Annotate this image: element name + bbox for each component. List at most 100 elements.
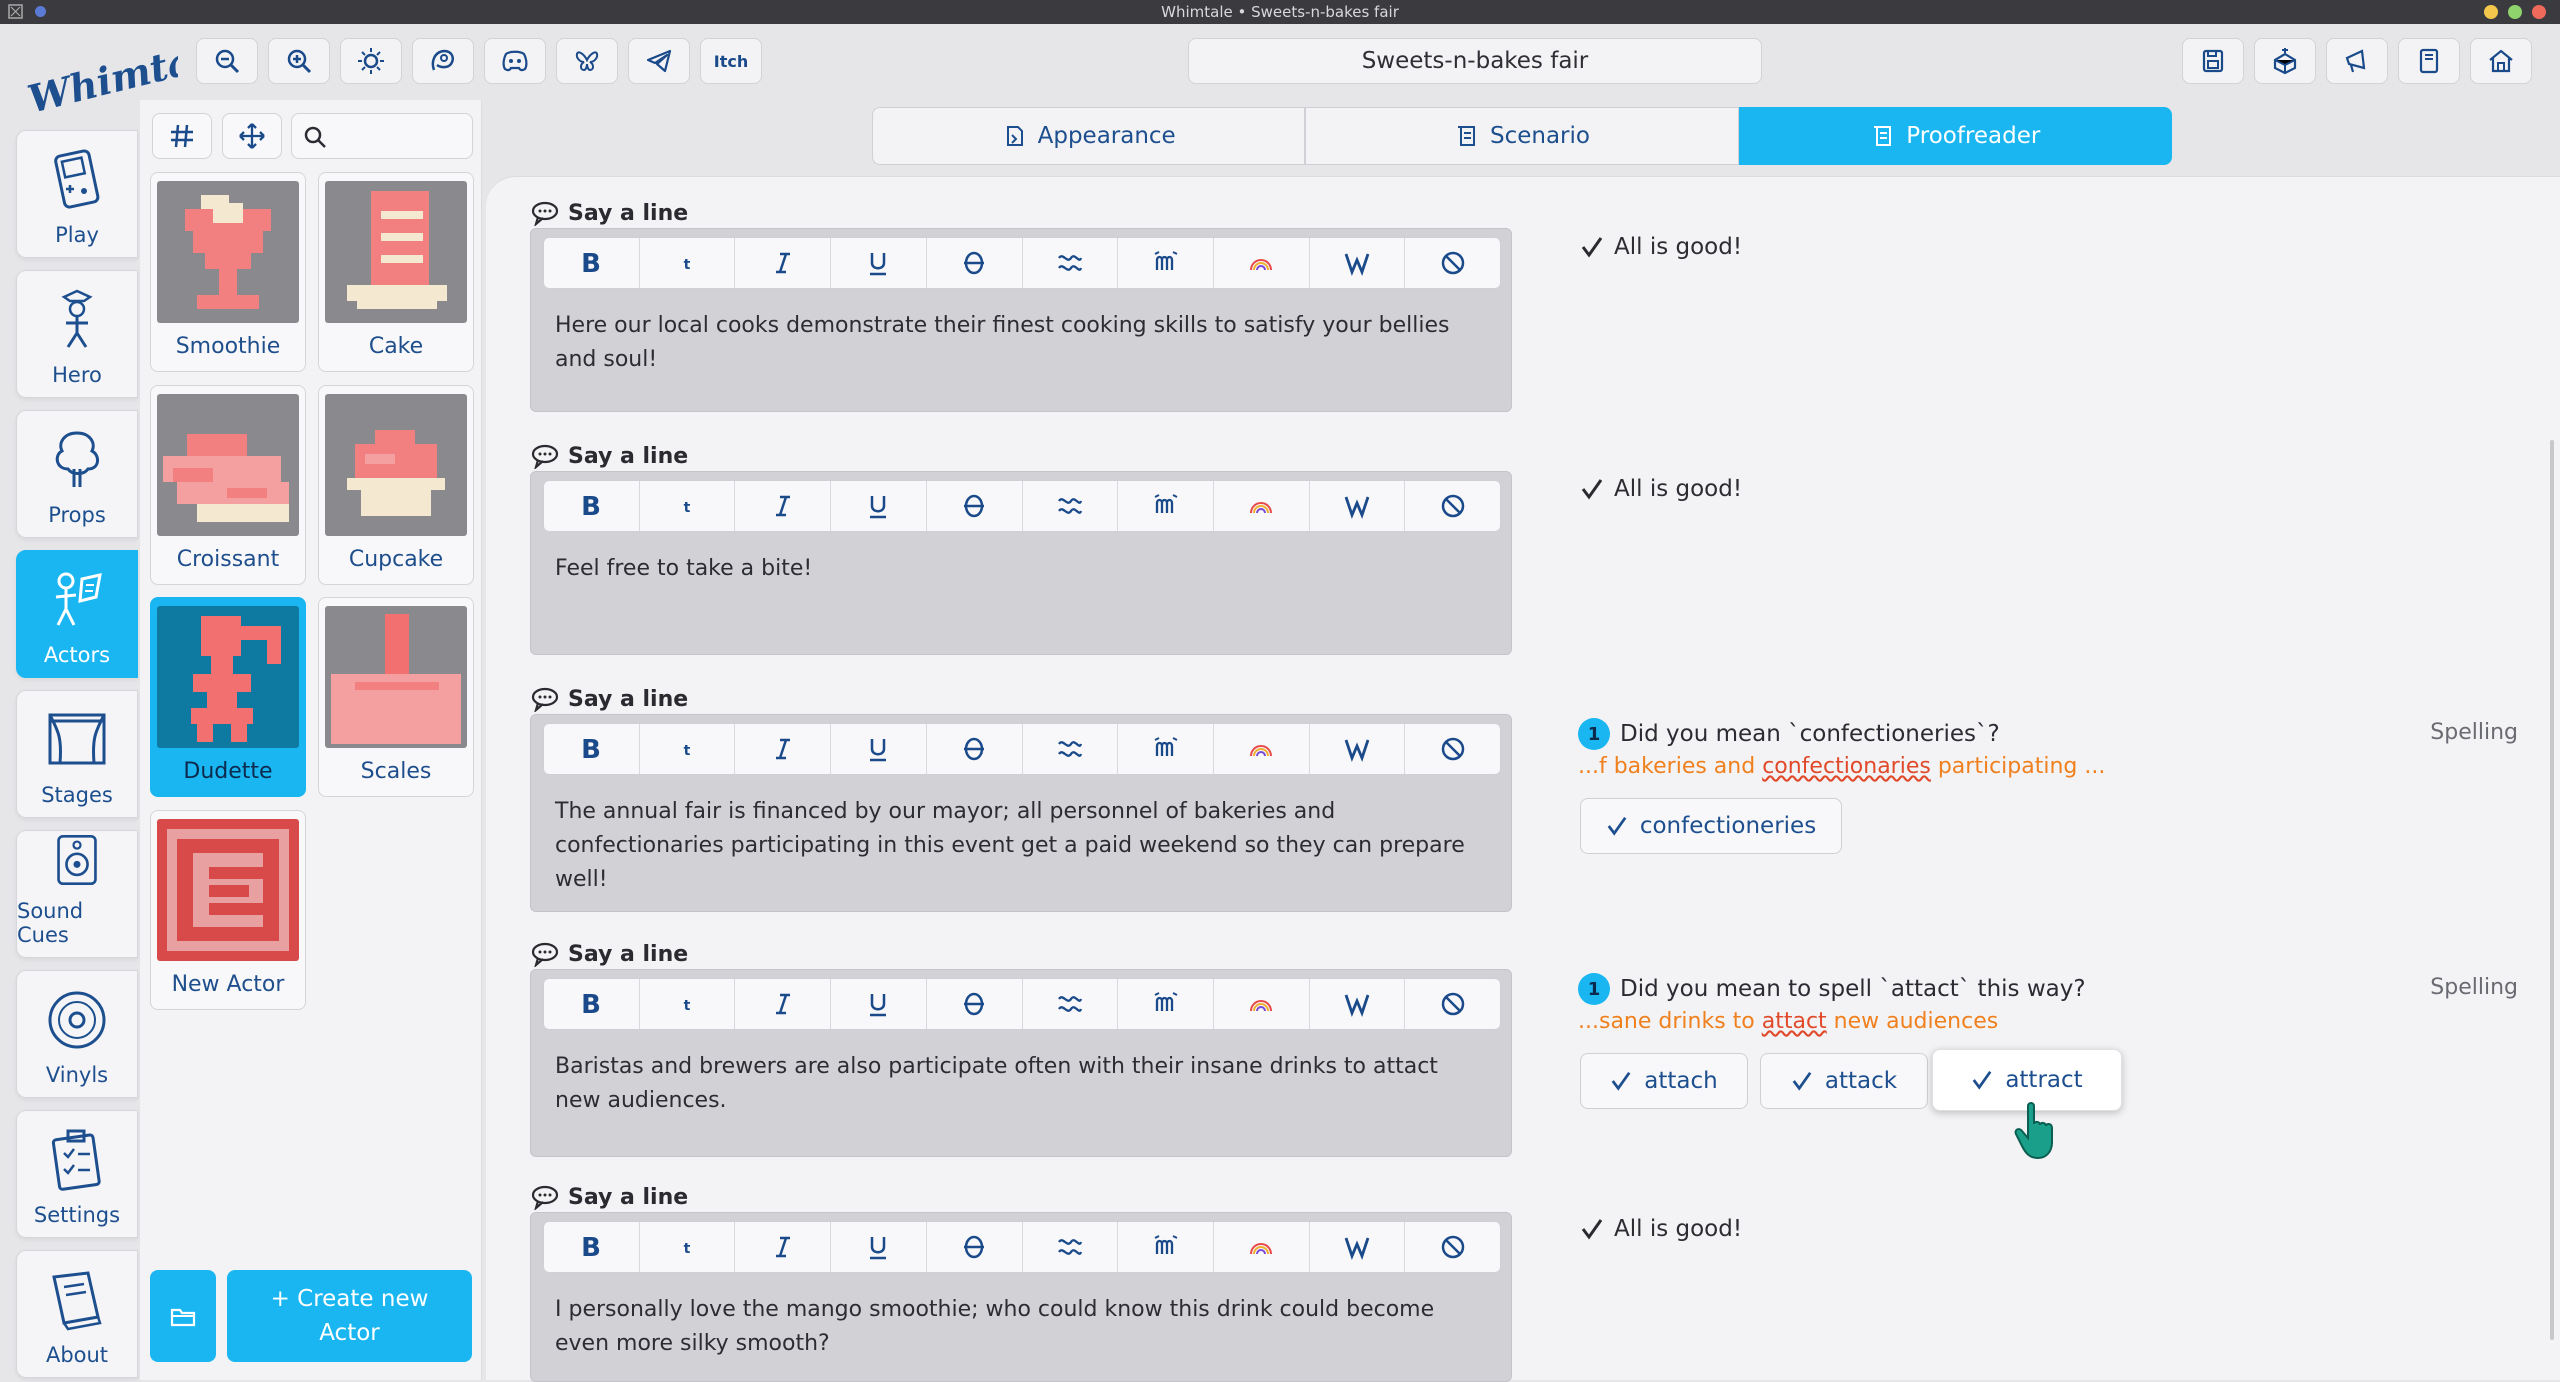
- italic-button[interactable]: [735, 238, 832, 288]
- discord-button[interactable]: [484, 38, 546, 84]
- actor-card-cupcake[interactable]: Cupcake: [318, 385, 474, 585]
- nav-hero[interactable]: Hero: [16, 270, 138, 398]
- underline-button[interactable]: [831, 724, 927, 774]
- wiggle-button[interactable]: [1310, 724, 1406, 774]
- italic-button[interactable]: [735, 481, 832, 531]
- tiny-button[interactable]: t: [640, 979, 736, 1029]
- shake-button[interactable]: [1118, 979, 1214, 1029]
- rainbow-button[interactable]: [1214, 979, 1310, 1029]
- nav-play[interactable]: Play: [16, 130, 138, 258]
- italic-button[interactable]: [735, 1222, 832, 1272]
- clear-format-button[interactable]: [1405, 1222, 1500, 1272]
- project-name-field[interactable]: Sweets-n-bakes fair: [1188, 38, 1762, 84]
- bold-button[interactable]: B: [544, 238, 640, 288]
- line-editor[interactable]: B t I personally love the mango smoothie…: [530, 1212, 1512, 1382]
- grid-snap-button[interactable]: [152, 113, 212, 159]
- line-editor[interactable]: B t Here our local cooks demonstrate the…: [530, 228, 1512, 412]
- strikethrough-button[interactable]: [927, 1222, 1023, 1272]
- tiny-button[interactable]: t: [640, 238, 736, 288]
- actor-card-smoothie[interactable]: Smoothie: [150, 172, 306, 372]
- shake-button[interactable]: [1118, 238, 1214, 288]
- scrollbar[interactable]: [2550, 440, 2554, 1340]
- tab-scenario[interactable]: Scenario: [1305, 107, 1739, 165]
- home-button[interactable]: [2470, 38, 2532, 84]
- rainbow-button[interactable]: [1214, 1222, 1310, 1272]
- suggestion-button[interactable]: confectioneries: [1580, 798, 1842, 854]
- suggestion-button[interactable]: attack: [1760, 1053, 1928, 1109]
- wavy-button[interactable]: [1023, 724, 1119, 774]
- strikethrough-button[interactable]: [927, 481, 1023, 531]
- shake-button[interactable]: [1118, 724, 1214, 774]
- tab-proofreader[interactable]: Proofreader: [1738, 107, 2172, 165]
- maximize-button[interactable]: [2508, 5, 2522, 19]
- close-button[interactable]: [2532, 5, 2546, 19]
- wavy-button[interactable]: [1023, 238, 1119, 288]
- clear-format-button[interactable]: [1405, 481, 1500, 531]
- actor-card-croissant[interactable]: Croissant: [150, 385, 306, 585]
- bold-button[interactable]: B: [544, 481, 640, 531]
- bold-button[interactable]: B: [544, 1222, 640, 1272]
- nav-props[interactable]: Props: [16, 410, 138, 538]
- nav-settings[interactable]: Settings: [16, 1110, 138, 1238]
- wiggle-button[interactable]: [1310, 481, 1406, 531]
- rainbow-button[interactable]: [1214, 724, 1310, 774]
- underline-button[interactable]: [831, 238, 927, 288]
- nav-actors[interactable]: Actors: [16, 550, 138, 678]
- telegram-button[interactable]: [628, 38, 690, 84]
- nav-about[interactable]: About: [16, 1250, 138, 1378]
- create-actor-button[interactable]: + Create new Actor: [227, 1270, 472, 1362]
- wavy-button[interactable]: [1023, 1222, 1119, 1272]
- docs-button[interactable]: [2398, 38, 2460, 84]
- clear-format-button[interactable]: [1405, 724, 1500, 774]
- shake-button[interactable]: [1118, 481, 1214, 531]
- strikethrough-button[interactable]: [927, 724, 1023, 774]
- minimize-button[interactable]: [2484, 5, 2498, 19]
- line-editor[interactable]: B t Feel free to take a bite!: [530, 471, 1512, 655]
- clear-format-button[interactable]: [1405, 979, 1500, 1029]
- patreon-button[interactable]: [412, 38, 474, 84]
- strikethrough-button[interactable]: [927, 238, 1023, 288]
- tiny-button[interactable]: t: [640, 481, 736, 531]
- nav-stages[interactable]: Stages: [16, 690, 138, 818]
- underline-button[interactable]: [831, 979, 927, 1029]
- nav-vinyls[interactable]: Vinyls: [16, 970, 138, 1098]
- clear-format-button[interactable]: [1405, 238, 1500, 288]
- zoom-in-button[interactable]: [268, 38, 330, 84]
- rainbow-button[interactable]: [1214, 481, 1310, 531]
- wiggle-button[interactable]: [1310, 979, 1406, 1029]
- italic-button[interactable]: [735, 724, 832, 774]
- suggestion-button[interactable]: attach: [1580, 1053, 1748, 1109]
- search-input[interactable]: [334, 122, 464, 150]
- build-button[interactable]: [2254, 38, 2316, 84]
- open-folder-button[interactable]: [150, 1270, 216, 1362]
- shake-button[interactable]: [1118, 1222, 1214, 1272]
- zoom-out-button[interactable]: [196, 38, 258, 84]
- bold-button[interactable]: B: [544, 724, 640, 774]
- save-button[interactable]: [2182, 38, 2244, 84]
- wiggle-button[interactable]: [1310, 238, 1406, 288]
- line-editor[interactable]: B t The annual fair is financed by our m…: [530, 714, 1512, 912]
- actor-card-scales[interactable]: Scales: [318, 597, 474, 797]
- bold-button[interactable]: B: [544, 979, 640, 1029]
- strikethrough-button[interactable]: [927, 979, 1023, 1029]
- tiny-button[interactable]: t: [640, 724, 736, 774]
- tab-appearance[interactable]: Appearance: [872, 107, 1306, 165]
- move-button[interactable]: [222, 113, 282, 159]
- actor-search[interactable]: [291, 113, 473, 159]
- actor-card-new-actor[interactable]: New Actor: [150, 810, 306, 1010]
- wavy-button[interactable]: [1023, 481, 1119, 531]
- actor-card-cake[interactable]: Cake: [318, 172, 474, 372]
- wavy-button[interactable]: [1023, 979, 1119, 1029]
- wiggle-button[interactable]: [1310, 1222, 1406, 1272]
- announce-button[interactable]: [2326, 38, 2388, 84]
- underline-button[interactable]: [831, 481, 927, 531]
- theme-button[interactable]: [340, 38, 402, 84]
- itch-button[interactable]: Itch: [700, 38, 762, 84]
- underline-button[interactable]: [831, 1222, 927, 1272]
- bluesky-button[interactable]: [556, 38, 618, 84]
- nav-sound-cues[interactable]: Sound Cues: [16, 830, 138, 958]
- italic-button[interactable]: [735, 979, 832, 1029]
- rainbow-button[interactable]: [1214, 238, 1310, 288]
- line-editor[interactable]: B t Baristas and brewers are also partic…: [530, 969, 1512, 1157]
- actor-card-dudette[interactable]: Dudette: [150, 597, 306, 797]
